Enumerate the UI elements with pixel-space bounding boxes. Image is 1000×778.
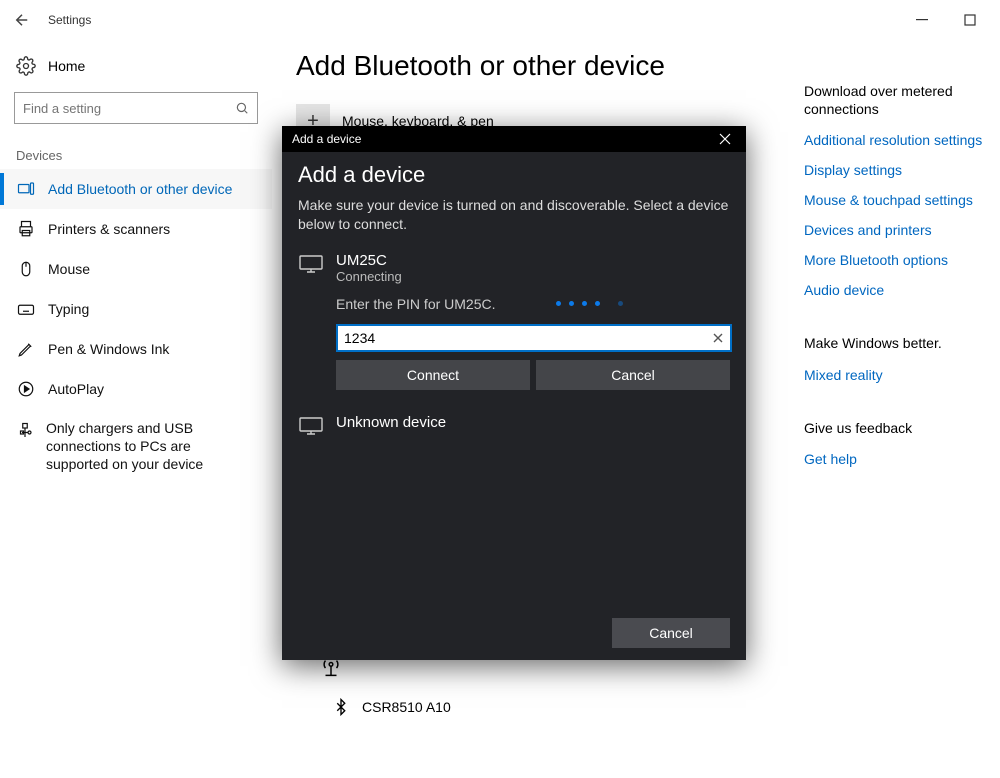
progress-dots-icon bbox=[556, 301, 623, 306]
nav-mouse[interactable]: Mouse bbox=[0, 249, 272, 289]
nav-label: Pen & Windows Ink bbox=[48, 341, 169, 357]
link-mouse-touchpad[interactable]: Mouse & touchpad settings bbox=[804, 192, 988, 208]
nav-pen[interactable]: Pen & Windows Ink bbox=[0, 329, 272, 369]
link-audio-device[interactable]: Audio device bbox=[804, 282, 988, 298]
link-get-help[interactable]: Get help bbox=[804, 451, 988, 467]
back-button[interactable] bbox=[8, 6, 36, 34]
page-title: Add Bluetooth or other device bbox=[296, 50, 792, 82]
pin-input[interactable] bbox=[336, 324, 732, 352]
device-name: UM25C bbox=[336, 252, 402, 269]
printer-icon bbox=[16, 219, 36, 239]
clear-input-icon[interactable] bbox=[712, 332, 724, 344]
home-nav[interactable]: Home bbox=[0, 48, 272, 84]
add-device-dialog: Add a device Add a device Make sure your… bbox=[282, 126, 746, 660]
keyboard-icon bbox=[16, 299, 36, 319]
device-unknown[interactable]: Unknown device bbox=[298, 410, 730, 446]
feedback-heading: Give us feedback bbox=[804, 419, 988, 437]
nav-footer-note: Only chargers and USB connections to PCs… bbox=[46, 419, 256, 474]
device-um25c[interactable]: UM25C Connecting bbox=[298, 248, 730, 294]
autoplay-icon bbox=[16, 379, 36, 399]
gear-icon bbox=[16, 56, 36, 76]
app-title: Settings bbox=[48, 13, 91, 27]
section-label: Devices bbox=[0, 138, 272, 169]
nav-printers[interactable]: Printers & scanners bbox=[0, 209, 272, 249]
mouse-icon bbox=[16, 259, 36, 279]
home-label: Home bbox=[48, 58, 85, 74]
link-more-bluetooth[interactable]: More Bluetooth options bbox=[804, 252, 988, 268]
dialog-cancel-button[interactable]: Cancel bbox=[612, 618, 730, 648]
nav-autoplay[interactable]: AutoPlay bbox=[0, 369, 272, 409]
connect-button[interactable]: Connect bbox=[336, 360, 530, 390]
devices-icon bbox=[16, 179, 36, 199]
dialog-close-button[interactable] bbox=[714, 128, 736, 150]
link-display-settings[interactable]: Display settings bbox=[804, 162, 988, 178]
nav-typing[interactable]: Typing bbox=[0, 289, 272, 329]
metered-heading: Download over metered connections bbox=[804, 82, 988, 118]
dialog-heading: Add a device bbox=[298, 162, 730, 188]
antenna-icon bbox=[320, 657, 342, 679]
nav-label: AutoPlay bbox=[48, 381, 104, 397]
nav-usb[interactable]: Only chargers and USB connections to PCs… bbox=[0, 409, 272, 474]
minimize-button[interactable] bbox=[908, 6, 936, 34]
pen-icon bbox=[16, 339, 36, 359]
nav-label: Mouse bbox=[48, 261, 90, 277]
link-devices-printers[interactable]: Devices and printers bbox=[804, 222, 988, 238]
paired-device-row[interactable] bbox=[296, 674, 792, 690]
paired-device-row[interactable]: CSR8510 A10 bbox=[296, 690, 792, 724]
pin-prompt: Enter the PIN for UM25C. bbox=[336, 296, 496, 312]
monitor-icon bbox=[298, 254, 324, 274]
bluetooth-icon bbox=[332, 698, 350, 716]
make-windows-better: Make Windows better. bbox=[804, 334, 988, 352]
related-links: Download over metered connections Additi… bbox=[804, 40, 1000, 778]
link-additional-resolution[interactable]: Additional resolution settings bbox=[804, 132, 988, 148]
device-status: Connecting bbox=[336, 269, 402, 284]
nav-bluetooth[interactable]: Add Bluetooth or other device bbox=[0, 169, 272, 209]
nav-label: Typing bbox=[48, 301, 89, 317]
search-icon bbox=[235, 101, 249, 115]
maximize-button[interactable] bbox=[956, 6, 984, 34]
sidebar: Home Devices Add Bluetooth or other devi… bbox=[0, 40, 272, 778]
search-box[interactable] bbox=[14, 92, 258, 124]
monitor-icon bbox=[298, 416, 324, 436]
search-input[interactable] bbox=[23, 101, 223, 116]
nav-label: Printers & scanners bbox=[48, 221, 170, 237]
usb-icon bbox=[16, 421, 34, 441]
device-name: Unknown device bbox=[336, 414, 446, 431]
device-name: CSR8510 A10 bbox=[362, 699, 451, 715]
dialog-title: Add a device bbox=[292, 132, 361, 146]
link-mixed-reality[interactable]: Mixed reality bbox=[804, 367, 988, 383]
cancel-button[interactable]: Cancel bbox=[536, 360, 730, 390]
nav-label: Add Bluetooth or other device bbox=[48, 181, 232, 197]
dialog-subtext: Make sure your device is turned on and d… bbox=[298, 196, 730, 234]
